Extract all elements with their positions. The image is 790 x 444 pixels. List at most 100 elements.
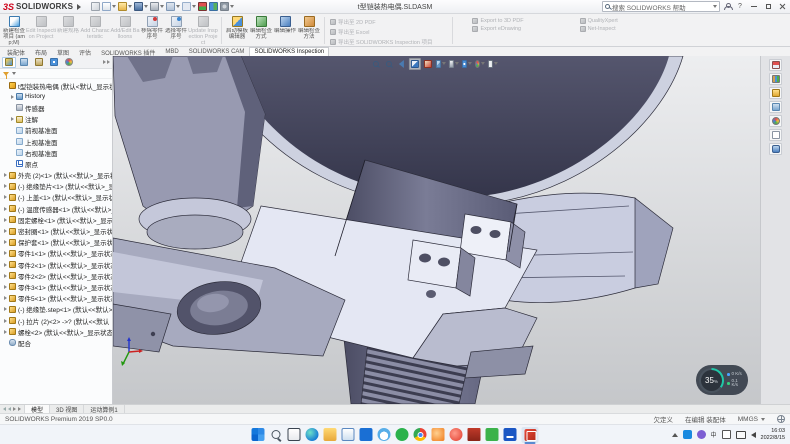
taskbar-app-2-icon[interactable] [432,428,445,441]
tab-solidworks-cam[interactable]: SOLIDWORKS CAM [184,47,250,56]
expand-arrow[interactable] [2,296,9,300]
expand-arrow[interactable] [2,251,9,255]
expand-arrow[interactable] [2,240,9,244]
tree-item[interactable]: (-) 绝缘垫.step<1> (默认<<默认> [0,304,112,315]
new-document-button[interactable] [102,2,116,11]
tree-item[interactable]: 密封圈<1> (默认<<默认>_显示状 [0,225,112,236]
file-explorer-button[interactable] [769,87,782,99]
word-icon[interactable] [504,428,517,441]
section-view-button[interactable] [408,58,420,70]
tree-item[interactable]: 注解 [0,114,112,125]
tab-addins[interactable]: SOLIDWORKS 插件 [96,47,160,56]
expand-arrow[interactable] [2,207,9,211]
doc-tab-motion-study[interactable]: 运动算例1 [84,405,124,413]
select-button[interactable] [182,2,196,11]
design-library-button[interactable] [769,73,782,85]
open-button[interactable] [118,2,132,11]
model-3d[interactable] [113,56,760,404]
tree-item[interactable]: 零件5<1> (默认<<默认>_显示状态 [0,293,112,304]
taskbar-clock[interactable]: 16:03 2022/8/15 [761,428,785,441]
edge-browser-icon[interactable] [306,428,319,441]
expand-arrow[interactable] [2,218,9,222]
restore-button[interactable] [763,2,773,12]
expand-arrow[interactable] [2,184,9,188]
resources-button[interactable] [769,59,782,71]
tab-evaluate[interactable]: 评估 [74,47,96,56]
expand-arrow[interactable] [9,117,16,121]
annotation-visibility-button[interactable] [421,58,433,70]
expand-arrow[interactable] [2,173,9,177]
tree-item[interactable]: (-) 上盖<1> (默认<<默认>_显示状 [0,192,112,203]
tab-dimxpert[interactable] [47,57,61,68]
zoom-fit-button[interactable] [369,58,381,70]
tree-item[interactable]: 螺栓<2> (默认<<默认>_显示状态 [0,326,112,337]
doc-tab-3d-views[interactable]: 3D 视图 [50,405,84,413]
view-palette-button[interactable] [769,101,782,113]
weather-app-icon[interactable] [378,428,391,441]
units-selector[interactable]: MMGS [738,416,765,423]
forum-button[interactable] [769,143,782,155]
ribbon-button-remove-balloons[interactable]: 移除零件序号 [140,15,164,46]
tab-scroll-nav[interactable] [0,405,25,413]
undo-button[interactable] [166,2,180,11]
tree-item[interactable]: (-) 温度传感器<1> (默认<<默认>_ [0,203,112,214]
ribbon-button-launch-template-editor[interactable]: 启动模板编辑器 [225,15,249,46]
edit-appearance-button[interactable] [473,58,485,70]
rebuild-button[interactable] [198,2,207,11]
save-button[interactable] [134,2,148,11]
tree-item[interactable]: 前视基准面 [0,125,112,136]
expand-arrow[interactable] [2,274,9,278]
taskbar-app-3-icon[interactable] [450,428,463,441]
tray-purple-app-icon[interactable] [697,430,706,439]
microsoft-store-icon[interactable] [360,428,373,441]
expand-arrow[interactable] [2,229,9,233]
tree-item[interactable]: 保护套<1> (默认<<默认>_显示状 [0,237,112,248]
view-settings-button[interactable] [486,58,498,70]
tab-sketch[interactable]: 草图 [52,47,74,56]
mail-icon[interactable] [342,428,355,441]
tree-item[interactable]: (-) 拉片 (2)<2> ->? (默认<<默认 [0,315,112,326]
tree-filter-row[interactable] [0,69,112,79]
appearances-button[interactable] [769,115,782,127]
expand-arrow[interactable] [2,330,9,334]
file-explorer-icon[interactable] [324,428,337,441]
expand-arrow[interactable] [2,307,9,311]
ribbon-button-edit-characteristics[interactable]: 编辑检查方法 [297,15,321,46]
file-properties-button[interactable] [209,2,218,11]
monitor-widget[interactable]: 35% 0 K/s 0.1 K/s [696,365,748,395]
tree-item[interactable]: 零件2<1> (默认<<默认>_显示状态 [0,259,112,270]
tab-solidworks-inspection[interactable]: SOLIDWORKS Inspection [249,47,329,56]
tab-featuremanager[interactable] [2,57,16,68]
network-monitor-icon[interactable] [736,431,746,439]
tab-assembly[interactable]: 装配体 [2,47,30,56]
ribbon-button-select-balloons[interactable]: 选择零件序号 [164,15,188,46]
previous-view-button[interactable] [395,58,407,70]
display-style-button[interactable] [447,58,459,70]
ime-indicator-icon[interactable] [722,430,731,439]
taskbar-app-5-icon[interactable] [486,428,499,441]
hide-show-items-button[interactable] [460,58,472,70]
expand-arrow[interactable] [2,285,9,289]
tray-blue-app-icon[interactable] [683,430,692,439]
tab-displaymanager[interactable] [62,57,76,68]
doc-tab-model[interactable]: 模型 [25,405,50,413]
graphics-viewport[interactable]: 35% 0 K/s 0.1 K/s [113,56,760,404]
task-view-icon[interactable] [288,428,301,441]
expand-arrow[interactable] [9,95,16,99]
tree-item[interactable]: 零件2<2> (默认<<默认>_显示状态 [0,270,112,281]
tab-mbd[interactable]: MBD [160,47,183,56]
minimize-button[interactable] [749,2,759,12]
chrome-browser-icon[interactable] [414,428,427,441]
tree-item[interactable]: 零件3<1> (默认<<默认>_显示状态 [0,281,112,292]
taskbar-app-1-icon[interactable] [396,428,409,441]
tray-overflow-icon[interactable] [672,433,678,437]
menu-flyout-icon[interactable] [77,4,81,10]
login-icon[interactable] [724,3,731,10]
zoom-area-button[interactable] [382,58,394,70]
expand-arrow[interactable] [2,195,9,199]
tree-item[interactable]: 右视基准面 [0,147,112,158]
print-button[interactable] [150,2,164,11]
expand-arrow[interactable] [2,319,9,323]
speaker-icon[interactable] [751,432,756,438]
tree-item[interactable]: 配合 [0,337,112,348]
